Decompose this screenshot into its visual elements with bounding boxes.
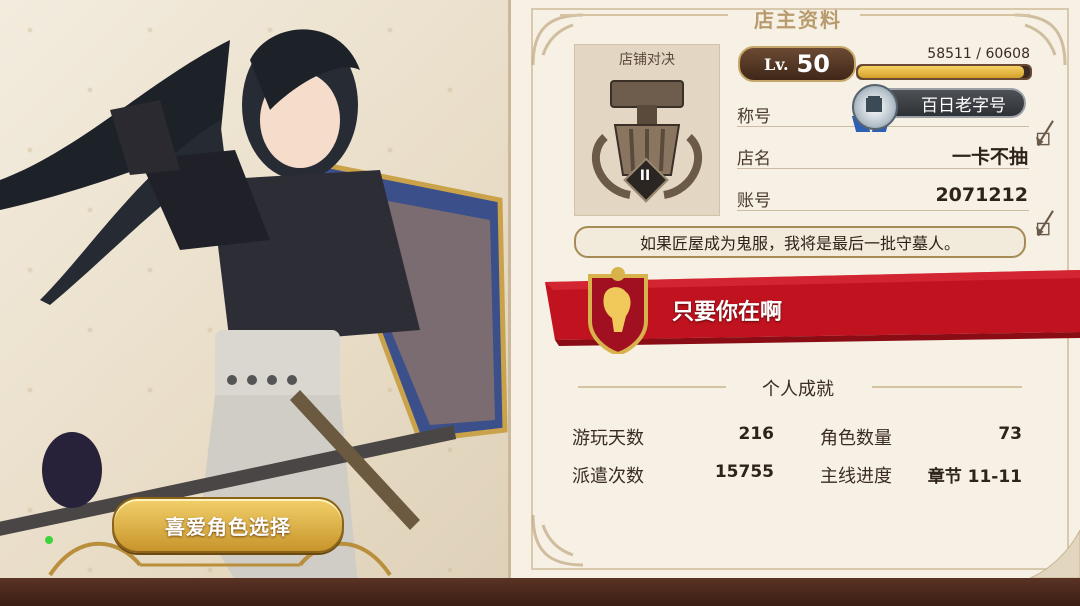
banner-text: 只要你在啊 bbox=[672, 300, 783, 325]
edit-quill-icon[interactable] bbox=[1032, 208, 1060, 236]
page-curl-icon bbox=[1030, 530, 1080, 578]
row-divider bbox=[737, 210, 1029, 211]
favorite-character-button[interactable]: 喜爱角色选择 bbox=[112, 497, 344, 553]
row-divider bbox=[737, 168, 1029, 169]
exp-text: 58511 / 60608 bbox=[927, 46, 1030, 62]
stat-value: 73 bbox=[998, 424, 1022, 444]
motto-text: 如果匠屋成为鬼服，我将是最后一批守墓人。 bbox=[639, 234, 960, 253]
stat-label: 角色数量 bbox=[820, 428, 892, 449]
stat-label: 主线进度 bbox=[820, 466, 892, 487]
stat-value: 15755 bbox=[714, 462, 774, 482]
shop-name-value: 一卡不抽 bbox=[951, 146, 1028, 168]
bottom-bar bbox=[0, 578, 1080, 606]
section-title: 店主资料 bbox=[754, 8, 842, 32]
shop-name-label: 店名 bbox=[737, 149, 771, 169]
title-divider-right bbox=[860, 14, 1030, 16]
level-value: 50 bbox=[796, 50, 830, 78]
level-label: Lv. bbox=[764, 54, 789, 74]
account-value: 2071212 bbox=[935, 184, 1028, 206]
stat-label: 游玩天数 bbox=[572, 428, 644, 449]
stat-value: 章节 11-11 bbox=[927, 467, 1022, 487]
achievement-divider-left bbox=[578, 386, 726, 388]
account-label: 账号 bbox=[737, 191, 771, 211]
title-divider-left bbox=[560, 14, 728, 16]
medal-icon bbox=[852, 84, 898, 130]
exp-progress-fill bbox=[858, 66, 1025, 78]
corner-ornament-icon bbox=[531, 514, 584, 567]
edit-quill-icon[interactable] bbox=[1032, 118, 1060, 146]
title-value: 百日老字号 bbox=[921, 95, 1006, 116]
lion-crest-icon bbox=[588, 267, 648, 354]
level-badge: Lv. 50 bbox=[738, 46, 856, 82]
motto-field[interactable]: 如果匠屋成为鬼服，我将是最后一批守墓人。 bbox=[574, 226, 1026, 258]
achievement-divider-right bbox=[872, 386, 1022, 388]
stat-label: 派遣次数 bbox=[572, 466, 644, 487]
rank-value: II bbox=[639, 168, 651, 184]
stat-value: 216 bbox=[738, 424, 775, 444]
exp-progress-bar bbox=[856, 64, 1032, 80]
title-label: 称号 bbox=[737, 107, 771, 127]
character-art-panel: 喜爱角色选择 bbox=[0, 0, 520, 606]
achievements-title: 个人成就 bbox=[762, 379, 834, 400]
green-indicator-dot bbox=[45, 536, 53, 544]
